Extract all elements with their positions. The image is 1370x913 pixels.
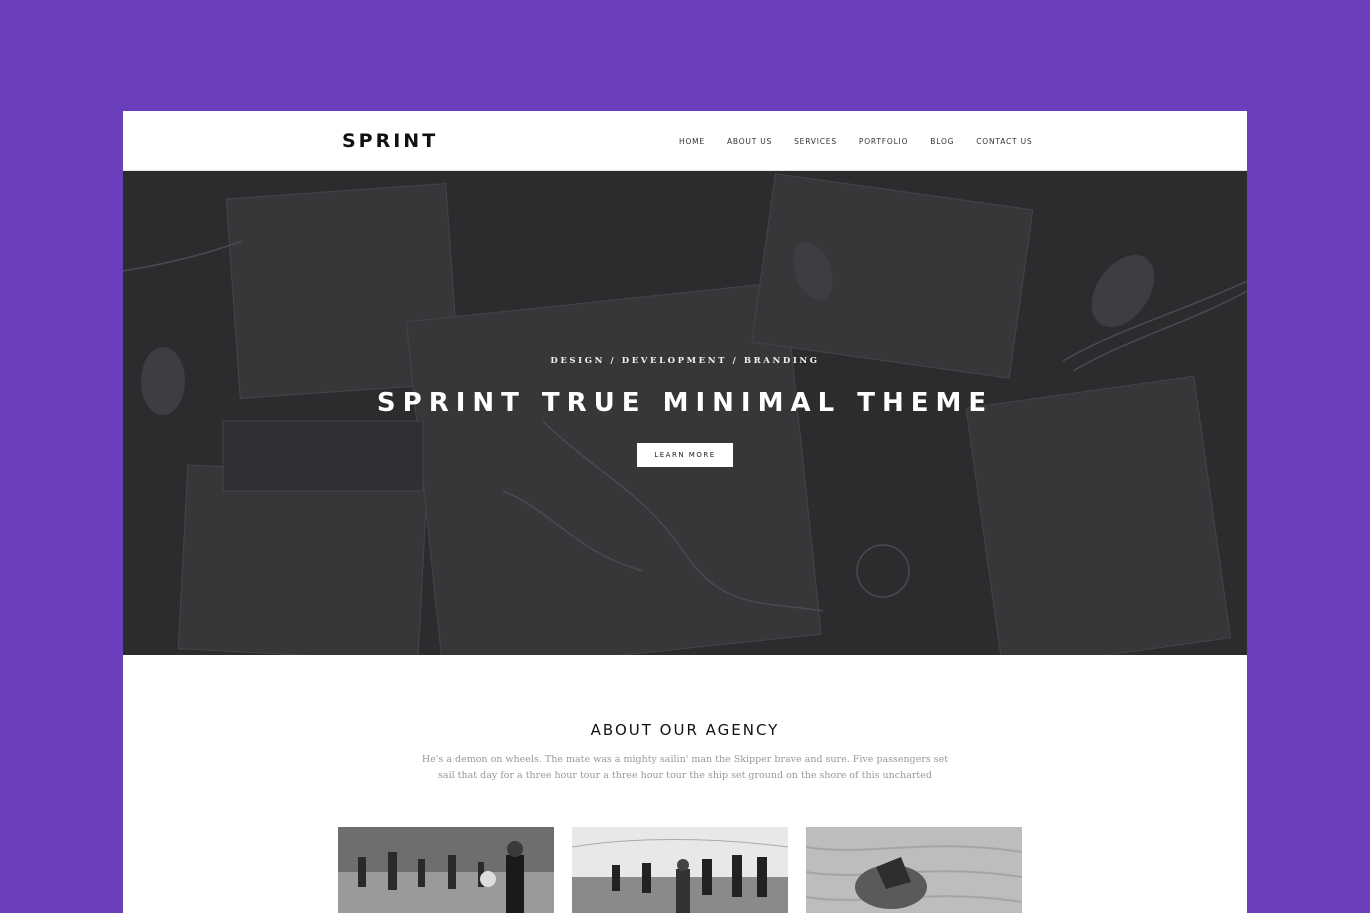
- nav-services[interactable]: SERVICES: [794, 137, 837, 146]
- site-header: SPRINT HOME ABOUT US SERVICES PORTFOLIO …: [123, 111, 1247, 171]
- portfolio-image-2[interactable]: [572, 827, 788, 913]
- nav-contact-us[interactable]: CONTACT US: [976, 137, 1032, 146]
- learn-more-button[interactable]: LEARN MORE: [637, 443, 733, 467]
- portfolio-image-3[interactable]: [806, 827, 1022, 913]
- nav-home[interactable]: HOME: [679, 137, 705, 146]
- hero-section: DESIGN / DEVELOPMENT / BRANDING SPRINT T…: [123, 171, 1247, 655]
- portfolio-image-1[interactable]: [338, 827, 554, 913]
- logo[interactable]: SPRINT: [342, 130, 438, 152]
- hero-title: SPRINT TRUE MINIMAL THEME: [376, 388, 994, 418]
- site-preview: SPRINT HOME ABOUT US SERVICES PORTFOLIO …: [123, 111, 1247, 913]
- about-text: He's a demon on wheels. The mate was a m…: [421, 754, 949, 781]
- nav-portfolio[interactable]: PORTFOLIO: [859, 137, 908, 146]
- about-title: ABOUT OUR AGENCY: [590, 721, 780, 739]
- hero-subtitle: DESIGN / DEVELOPMENT / BRANDING: [550, 356, 820, 366]
- nav-about-us[interactable]: ABOUT US: [727, 137, 772, 146]
- nav-blog[interactable]: BLOG: [930, 137, 954, 146]
- main-nav: HOME ABOUT US SERVICES PORTFOLIO BLOG CO…: [679, 137, 1054, 146]
